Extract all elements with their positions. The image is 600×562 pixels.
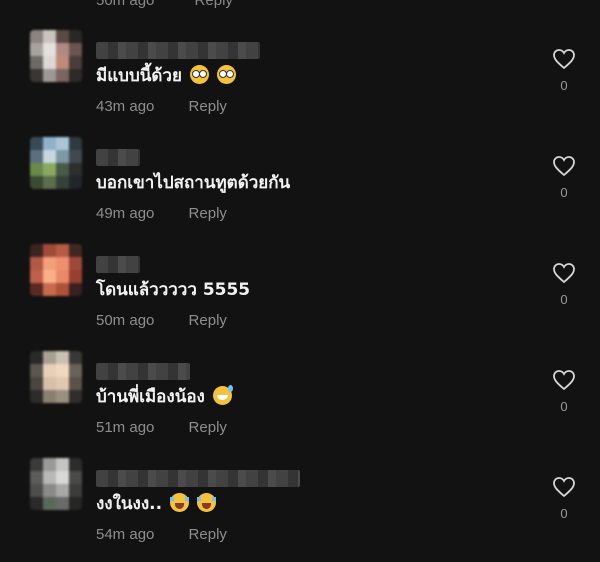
comment-item: บอกเขาไปสถานทูตด้วยกัน 49m ago Reply 0: [0, 137, 600, 237]
like-count: 0: [560, 185, 568, 200]
heart-icon: [553, 370, 575, 391]
grinning-sweat-face-icon: [212, 385, 233, 405]
username[interactable]: [96, 470, 300, 487]
flushed-face-icon: [216, 65, 236, 84]
username[interactable]: [96, 42, 260, 59]
like-button[interactable]: 0: [550, 155, 578, 200]
username[interactable]: [96, 256, 140, 273]
comment-time: 54m ago: [96, 526, 155, 543]
loudly-crying-face-icon: [169, 493, 189, 512]
comment-meta: 51m ago Reply: [96, 419, 227, 436]
like-count: 0: [560, 78, 568, 93]
comment-time: 50m ago: [96, 312, 155, 329]
like-button[interactable]: 0: [550, 476, 578, 521]
comment-text: บ้านพี่เมืองน้อง: [96, 383, 233, 410]
like-button[interactable]: 0: [550, 369, 578, 414]
comment-text: มีแบบนี้ด้วย: [96, 62, 236, 89]
avatar[interactable]: [30, 351, 82, 403]
reply-button[interactable]: Reply: [195, 0, 233, 9]
comment-meta: 43m ago Reply: [96, 98, 227, 115]
comment-item: มีแบบนี้ด้วย 43m ago Reply 0: [0, 30, 600, 130]
flushed-face-icon: [189, 65, 209, 84]
comment-item: โดนแล้ววววว 5555 50m ago Reply 0: [0, 244, 600, 344]
comment-time: 43m ago: [96, 98, 155, 115]
comment-item: งงในงง.. 54m ago Reply 0: [0, 458, 600, 558]
comment-text: บอกเขาไปสถานทูตด้วยกัน: [96, 173, 291, 193]
avatar[interactable]: [30, 244, 82, 296]
comment-time: 50m ago: [96, 0, 155, 9]
comment-meta: 50m ago Reply: [96, 312, 227, 329]
avatar[interactable]: [30, 30, 82, 82]
like-count: 0: [560, 292, 568, 307]
comment-time: 51m ago: [96, 419, 155, 436]
like-button[interactable]: 0: [550, 262, 578, 307]
heart-icon: [553, 263, 575, 284]
comment-text: โดนแล้ววววว 5555: [96, 280, 251, 300]
reply-button[interactable]: Reply: [189, 205, 227, 222]
comment-text: งงในงง..: [96, 490, 216, 517]
heart-icon: [553, 156, 575, 177]
username[interactable]: [96, 363, 190, 380]
comment-meta: 54m ago Reply: [96, 526, 227, 543]
reply-button[interactable]: Reply: [189, 98, 227, 115]
previous-comment-meta: 50m ago Reply: [96, 0, 269, 9]
comment-meta: 49m ago Reply: [96, 205, 227, 222]
avatar[interactable]: [30, 137, 82, 189]
comment-item: บ้านพี่เมืองน้อง 51m ago Reply 0: [0, 351, 600, 451]
reply-button[interactable]: Reply: [189, 312, 227, 329]
reply-button[interactable]: Reply: [189, 419, 227, 436]
comment-time: 49m ago: [96, 205, 155, 222]
like-count: 0: [560, 399, 568, 414]
username[interactable]: [96, 149, 140, 166]
reply-button[interactable]: Reply: [189, 526, 227, 543]
heart-icon: [553, 49, 575, 70]
like-count: 0: [560, 506, 568, 521]
like-button[interactable]: 0: [550, 48, 578, 93]
heart-icon: [553, 477, 575, 498]
loudly-crying-face-icon: [196, 493, 216, 512]
avatar[interactable]: [30, 458, 82, 510]
